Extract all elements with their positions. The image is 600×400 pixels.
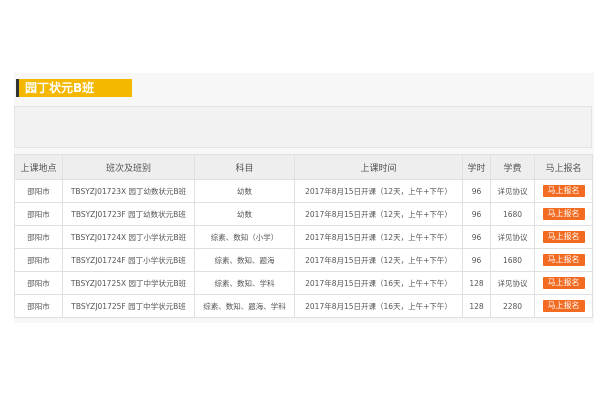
table-row: 邵阳市 TBSYZJ01723F 园丁幼数状元B班 幼数 2017年8月15日开… bbox=[14, 202, 593, 226]
header-hours: 学时 bbox=[462, 154, 491, 180]
signup-button[interactable]: 马上报名 bbox=[542, 254, 585, 266]
cell-subject: 幼数 bbox=[194, 179, 295, 203]
cell-subject: 综素、数知（小学） bbox=[194, 225, 295, 249]
cell-class: TBSYZJ01724X 园丁小学状元B班 bbox=[62, 225, 195, 249]
section-title-bar: 园丁状元B班 bbox=[16, 79, 132, 97]
cell-fee: 1680 bbox=[490, 202, 535, 226]
cell-time: 2017年8月15日开课（12天，上午+下午） bbox=[294, 179, 463, 203]
cell-signup: 马上报名 bbox=[534, 202, 593, 226]
table-row: 邵阳市 TBSYZJ01724F 园丁小学状元B班 综素、数知、题海 2017年… bbox=[14, 248, 593, 272]
cell-fee: 1680 bbox=[490, 248, 535, 272]
cell-hours: 96 bbox=[462, 248, 491, 272]
cell-hours: 96 bbox=[462, 179, 491, 203]
cell-signup: 马上报名 bbox=[534, 271, 593, 295]
cell-time: 2017年8月15日开课（12天，上午+下午） bbox=[294, 248, 463, 272]
cell-hours: 96 bbox=[462, 225, 491, 249]
course-table: 上课地点 班次及班别 科目 上课时间 学时 学费 马上报名 邵阳市 TBSYZJ… bbox=[14, 154, 593, 318]
cell-location: 邵阳市 bbox=[14, 271, 63, 295]
cell-fee: 详见协议 bbox=[490, 179, 535, 203]
header-signup: 马上报名 bbox=[534, 154, 593, 180]
cell-class: TBSYZJ01725X 园丁中学状元B班 bbox=[62, 271, 195, 295]
header-location: 上课地点 bbox=[14, 154, 63, 180]
cell-subject: 综素、数知、题海 bbox=[194, 248, 295, 272]
cell-class: TBSYZJ01723F 园丁幼数状元B班 bbox=[62, 202, 195, 226]
cell-location: 邵阳市 bbox=[14, 202, 63, 226]
cell-fee: 详见协议 bbox=[490, 225, 535, 249]
cell-signup: 马上报名 bbox=[534, 179, 593, 203]
table-header-row: 上课地点 班次及班别 科目 上课时间 学时 学费 马上报名 bbox=[14, 154, 593, 180]
cell-subject: 综素、数知、题海、学科 bbox=[194, 294, 295, 318]
section-title: 园丁状元B班 bbox=[25, 81, 95, 95]
header-subject: 科目 bbox=[194, 154, 295, 180]
header-class: 班次及班别 bbox=[62, 154, 195, 180]
cell-fee: 2280 bbox=[490, 294, 535, 318]
table-row: 邵阳市 TBSYZJ01723X 园丁幼数状元B班 幼数 2017年8月15日开… bbox=[14, 179, 593, 203]
table-row: 邵阳市 TBSYZJ01725X 园丁中学状元B班 综素、数知、学科 2017年… bbox=[14, 271, 593, 295]
cell-hours: 128 bbox=[462, 294, 491, 318]
signup-button[interactable]: 马上报名 bbox=[542, 300, 585, 312]
header-time: 上课时间 bbox=[294, 154, 463, 180]
cell-location: 邵阳市 bbox=[14, 179, 63, 203]
info-box bbox=[14, 106, 592, 148]
signup-button[interactable]: 马上报名 bbox=[542, 185, 585, 197]
cell-location: 邵阳市 bbox=[14, 248, 63, 272]
table-row: 邵阳市 TBSYZJ01725F 园丁中学状元B班 综素、数知、题海、学科 20… bbox=[14, 294, 593, 318]
cell-location: 邵阳市 bbox=[14, 294, 63, 318]
cell-location: 邵阳市 bbox=[14, 225, 63, 249]
cell-subject: 幼数 bbox=[194, 202, 295, 226]
cell-hours: 128 bbox=[462, 271, 491, 295]
cell-class: TBSYZJ01723X 园丁幼数状元B班 bbox=[62, 179, 195, 203]
cell-signup: 马上报名 bbox=[534, 248, 593, 272]
signup-button[interactable]: 马上报名 bbox=[542, 277, 585, 289]
cell-hours: 96 bbox=[462, 202, 491, 226]
cell-time: 2017年8月15日开课（12天，上午+下午） bbox=[294, 225, 463, 249]
header-fee: 学费 bbox=[490, 154, 535, 180]
cell-fee: 详见协议 bbox=[490, 271, 535, 295]
signup-button[interactable]: 马上报名 bbox=[542, 208, 585, 220]
signup-button[interactable]: 马上报名 bbox=[542, 231, 585, 243]
cell-signup: 马上报名 bbox=[534, 294, 593, 318]
cell-time: 2017年8月15日开课（16天，上午+下午） bbox=[294, 271, 463, 295]
cell-time: 2017年8月15日开课（16天，上午+下午） bbox=[294, 294, 463, 318]
cell-class: TBSYZJ01725F 园丁中学状元B班 bbox=[62, 294, 195, 318]
cell-subject: 综素、数知、学科 bbox=[194, 271, 295, 295]
cell-signup: 马上报名 bbox=[534, 225, 593, 249]
cell-time: 2017年8月15日开课（12天，上午+下午） bbox=[294, 202, 463, 226]
table-row: 邵阳市 TBSYZJ01724X 园丁小学状元B班 综素、数知（小学） 2017… bbox=[14, 225, 593, 249]
cell-class: TBSYZJ01724F 园丁小学状元B班 bbox=[62, 248, 195, 272]
